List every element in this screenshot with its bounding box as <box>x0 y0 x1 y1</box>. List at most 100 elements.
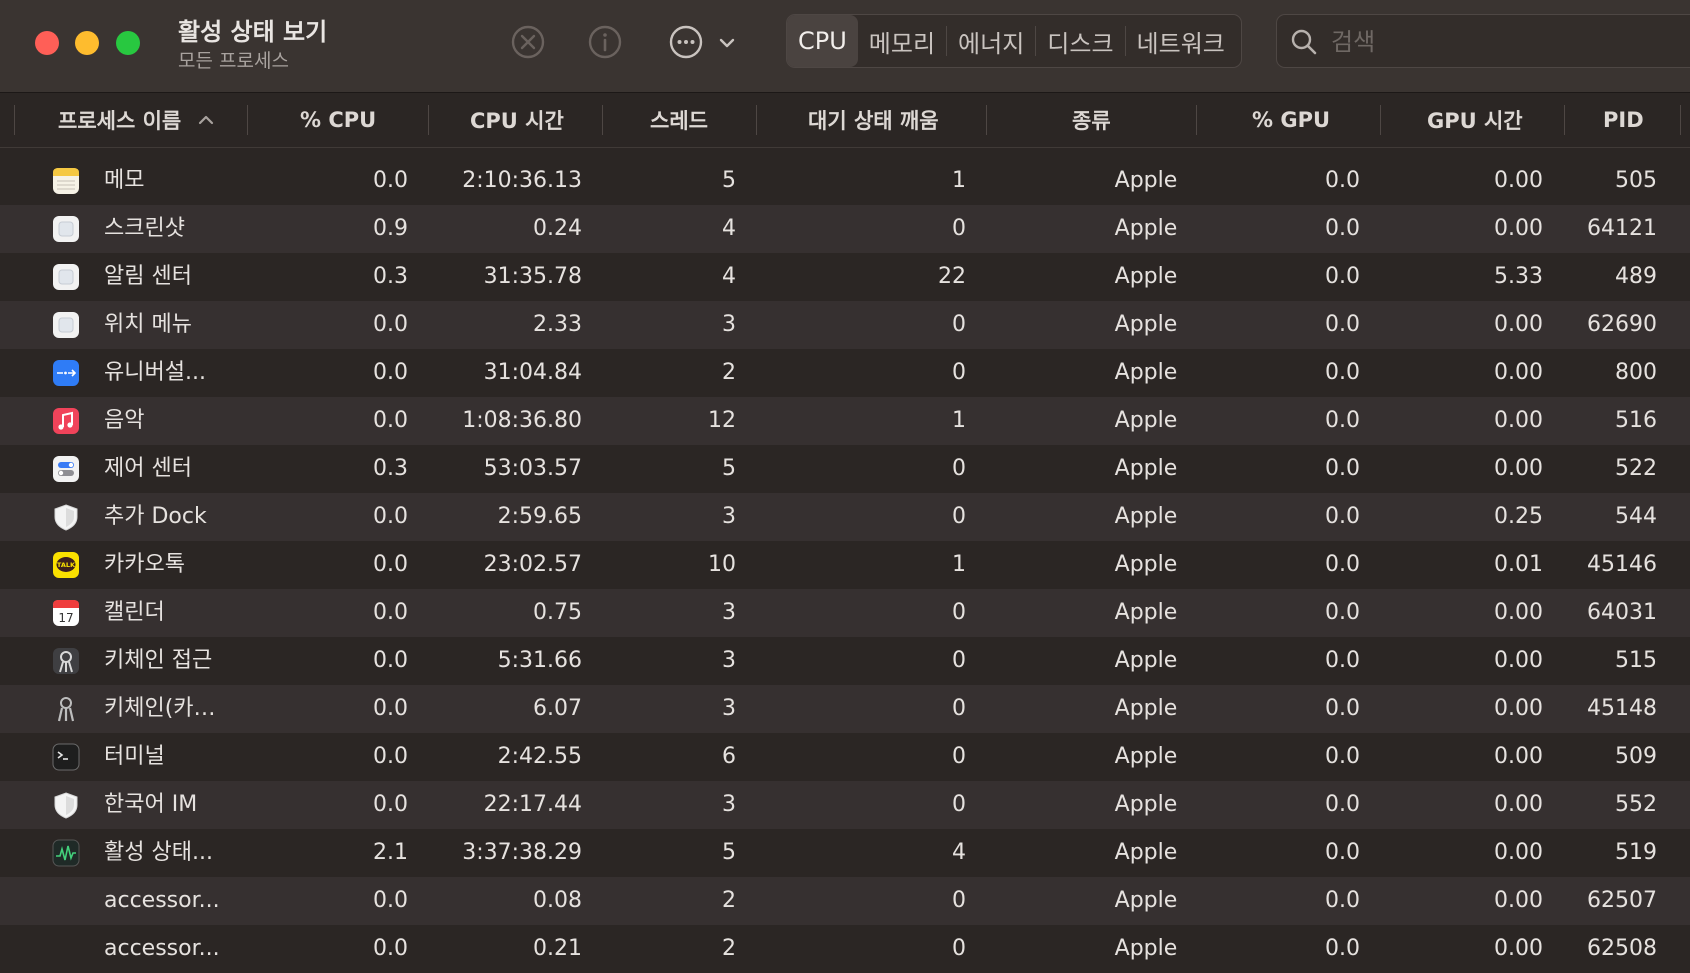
gpu-time-cell: 0.00 <box>1494 312 1543 337</box>
cpu-percent-cell: 0.0 <box>373 792 408 817</box>
universal-control-icon <box>51 358 81 388</box>
tab-disk[interactable]: 디스크 <box>1036 15 1124 67</box>
cpu-time-cell: 2.33 <box>533 312 582 337</box>
idle-wake-ups-cell: 0 <box>952 936 966 961</box>
column-header-idle-wake-ups[interactable]: 대기 상태 깨움 <box>808 93 939 147</box>
gpu-percent-cell: 0.0 <box>1325 840 1360 865</box>
cpu-percent-cell: 0.3 <box>373 264 408 289</box>
table-row[interactable]: accessor... 0.0 0.21 2 0 Apple 0.0 0.00 62508 <box>0 925 1690 973</box>
gpu-percent-cell: 0.0 <box>1325 888 1360 913</box>
more-actions-button[interactable] <box>666 22 706 62</box>
gpu-time-cell: 0.00 <box>1494 216 1543 241</box>
table-row[interactable]: accessor... 0.0 0.08 2 0 Apple 0.0 0.00 62507 <box>0 877 1690 925</box>
search-input[interactable] <box>1329 23 1673 61</box>
chevron-down-icon[interactable] <box>716 32 738 54</box>
gpu-time-cell: 0.00 <box>1494 792 1543 817</box>
threads-cell: 2 <box>722 936 736 961</box>
table-row[interactable]: 터미널 0.0 2:42.55 6 0 Apple 0.0 0.00 509 <box>0 733 1690 781</box>
tab-network[interactable]: 네트워크 <box>1126 15 1236 67</box>
table-row[interactable]: 음악 0.0 1:08:36.80 12 1 Apple 0.0 0.00 516 <box>0 397 1690 445</box>
generic-app-icon <box>51 262 81 292</box>
table-row[interactable]: 제어 센터 0.3 53:03.57 5 0 Apple 0.0 0.00 522 <box>0 445 1690 493</box>
cpu-time-cell: 31:35.78 <box>483 264 582 289</box>
table-row[interactable]: 키체인 접근 0.0 5:31.66 3 0 Apple 0.0 0.00 515 <box>0 637 1690 685</box>
threads-cell: 3 <box>722 312 736 337</box>
column-label: 프로세스 이름 <box>58 109 182 133</box>
pid-cell: 509 <box>1615 744 1657 769</box>
gpu-time-cell: 0.00 <box>1494 456 1543 481</box>
gpu-percent-cell: 0.0 <box>1325 264 1360 289</box>
table-row[interactable]: 키체인(카… 0.0 6.07 3 0 Apple 0.0 0.00 45148 <box>0 685 1690 733</box>
tab-memory[interactable]: 메모리 <box>858 15 946 67</box>
idle-wake-ups-cell: 22 <box>938 264 966 289</box>
cpu-percent-cell: 0.0 <box>373 360 408 385</box>
idle-wake-ups-cell: 0 <box>952 600 966 625</box>
idle-wake-ups-cell: 1 <box>952 168 966 193</box>
threads-cell: 5 <box>722 168 736 193</box>
window-subtitle: 모든 프로세스 <box>178 50 289 72</box>
table-row[interactable]: 메모 0.0 2:10:36.13 5 1 Apple 0.0 0.00 505 <box>0 157 1690 205</box>
calendar-icon: 17 <box>51 598 81 628</box>
stop-process-button[interactable] <box>508 22 548 62</box>
gpu-time-cell: 0.01 <box>1494 552 1543 577</box>
table-row[interactable]: 알림 센터 0.3 31:35.78 4 22 Apple 0.0 5.33 489 <box>0 253 1690 301</box>
cpu-percent-cell: 0.0 <box>373 936 408 961</box>
table-row[interactable]: TALK 카카오톡 0.0 23:02.57 10 1 Apple 0.0 0.01 45146 <box>0 541 1690 589</box>
column-divider <box>1680 105 1681 135</box>
column-header-gpu[interactable]: % GPU <box>1252 93 1330 147</box>
column-header-cpu[interactable]: % CPU <box>300 93 376 147</box>
pid-cell: 62508 <box>1587 936 1657 961</box>
table-row[interactable]: 유니버설... 0.0 31:04.84 2 0 Apple 0.0 0.00 800 <box>0 349 1690 397</box>
column-divider <box>247 105 248 135</box>
column-header-kind[interactable]: 종류 <box>1072 93 1111 147</box>
gpu-time-cell: 5.33 <box>1494 264 1543 289</box>
table-row[interactable]: 활성 상태... 2.1 3:37:38.29 5 4 Apple 0.0 0.00 519 <box>0 829 1690 877</box>
table-row[interactable]: 위치 메뉴 0.0 2.33 3 0 Apple 0.0 0.00 62690 <box>0 301 1690 349</box>
pid-cell: 45146 <box>1587 552 1657 577</box>
pid-cell: 62507 <box>1587 888 1657 913</box>
column-header-pid[interactable]: PID <box>1603 93 1644 147</box>
threads-cell: 3 <box>722 600 736 625</box>
column-divider <box>1564 105 1565 135</box>
tab-cpu[interactable]: CPU <box>787 15 858 67</box>
column-header-gpu-time[interactable]: GPU 시간 <box>1427 93 1523 147</box>
control-center-icon <box>51 454 81 484</box>
gpu-percent-cell: 0.0 <box>1325 216 1360 241</box>
pid-cell: 62690 <box>1587 312 1657 337</box>
cpu-time-cell: 3:37:38.29 <box>462 840 582 865</box>
idle-wake-ups-cell: 0 <box>952 456 966 481</box>
zoom-window-button[interactable] <box>116 31 140 55</box>
cpu-time-cell: 0.08 <box>533 888 582 913</box>
column-divider <box>602 105 603 135</box>
table-row[interactable]: 스크린샷 0.9 0.24 4 0 Apple 0.0 0.00 64121 <box>0 205 1690 253</box>
close-window-button[interactable] <box>35 31 59 55</box>
generic-app-icon <box>51 214 81 244</box>
search-field[interactable] <box>1276 14 1690 68</box>
pid-cell: 522 <box>1615 456 1657 481</box>
table-row[interactable]: 17 캘린더 0.0 0.75 3 0 Apple 0.0 0.00 64031 <box>0 589 1690 637</box>
idle-wake-ups-cell: 0 <box>952 648 966 673</box>
threads-cell: 5 <box>722 456 736 481</box>
minimize-window-button[interactable] <box>75 31 99 55</box>
idle-wake-ups-cell: 0 <box>952 216 966 241</box>
cpu-time-cell: 22:17.44 <box>483 792 582 817</box>
cpu-percent-cell: 0.0 <box>373 648 408 673</box>
cpu-percent-cell: 0.0 <box>373 312 408 337</box>
column-header-cpu-time[interactable]: CPU 시간 <box>470 93 564 147</box>
threads-cell: 3 <box>722 696 736 721</box>
idle-wake-ups-cell: 0 <box>952 744 966 769</box>
cpu-percent-cell: 0.3 <box>373 456 408 481</box>
column-divider <box>986 105 987 135</box>
table-row[interactable]: 한국어 IM 0.0 22:17.44 3 0 Apple 0.0 0.00 552 <box>0 781 1690 829</box>
info-button[interactable] <box>585 22 625 62</box>
column-header-process-name[interactable]: 프로세스 이름 <box>58 93 215 147</box>
threads-cell: 2 <box>722 360 736 385</box>
pid-cell: 489 <box>1615 264 1657 289</box>
column-divider <box>14 105 15 135</box>
column-header-threads[interactable]: 스레드 <box>650 93 708 147</box>
tab-energy[interactable]: 에너지 <box>947 15 1035 67</box>
cpu-percent-cell: 2.1 <box>373 840 408 865</box>
cpu-time-cell: 5:31.66 <box>497 648 582 673</box>
pid-cell: 515 <box>1615 648 1657 673</box>
table-row[interactable]: 추가 Dock 0.0 2:59.65 3 0 Apple 0.0 0.25 544 <box>0 493 1690 541</box>
